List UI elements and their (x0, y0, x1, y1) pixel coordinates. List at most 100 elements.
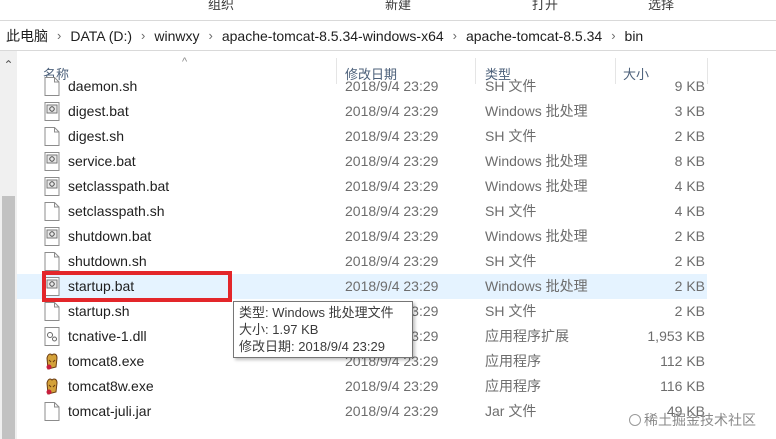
watermark: 稀土掘金技术社区 (629, 410, 756, 430)
tooltip-size: 大小: 1.97 KB (239, 322, 319, 337)
watermark-text: 稀土掘金技术社区 (644, 413, 756, 429)
file-name[interactable]: shutdown.bat (68, 224, 151, 249)
breadcrumb-tomcat[interactable]: apache-tomcat-8.5.34 (466, 28, 602, 44)
bat-file-icon (44, 227, 60, 246)
file-type: SH 文件 (485, 203, 537, 219)
file-type: Windows 批处理 (485, 103, 588, 119)
file-info-tooltip: 类型: Windows 批处理文件 大小: 1.97 KB 修改日期: 2018… (233, 301, 413, 358)
file-name[interactable]: setclasspath.sh (68, 199, 165, 224)
file-row[interactable]: shutdown.bat 2018/9/4 23:29 Windows 批处理 2 K… (17, 224, 707, 249)
file-size: 2 KB (674, 278, 705, 294)
sh-file-icon (44, 127, 60, 146)
file-row[interactable]: service.bat 2018/9/4 23:29 Windows 批处理 8 KB (17, 149, 707, 174)
file-modified-date: 2018/9/4 23:29 (345, 103, 439, 119)
ribbon-strip: 组织 新建 打开 选择 (0, 0, 776, 14)
file-row[interactable]: digest.sh 2018/9/4 23:29 SH 文件 2 KB (17, 124, 707, 149)
file-type: 应用程序 (485, 378, 541, 394)
file-type: SH 文件 (485, 303, 537, 319)
tooltip-modified: 修改日期: 2018/9/4 23:29 (239, 339, 385, 354)
file-type: Windows 批处理 (485, 278, 588, 294)
file-name[interactable]: tomcat8.exe (68, 349, 144, 374)
file-size: 3 KB (674, 103, 705, 119)
file-name[interactable]: digest.bat (68, 99, 129, 124)
chevron-right-icon[interactable]: › (141, 28, 145, 43)
file-modified-date: 2018/9/4 23:29 (345, 203, 439, 219)
file-name[interactable]: tcnative-1.dll (68, 324, 147, 349)
file-modified-date: 2018/9/4 23:29 (345, 378, 439, 394)
file-modified-date: 2018/9/4 23:29 (345, 278, 439, 294)
tomcat-exe-icon (44, 352, 60, 371)
sh-file-icon (44, 302, 60, 321)
file-type: Jar 文件 (485, 403, 537, 419)
breadcrumb-winwxy[interactable]: winwxy (154, 28, 199, 44)
file-row[interactable]: daemon.sh 2018/9/4 23:29 SH 文件 9 KB (17, 74, 707, 99)
file-name[interactable]: daemon.sh (68, 74, 137, 99)
partial-list-item (17, 433, 707, 439)
file-size: 2 KB (674, 228, 705, 244)
juejin-logo-icon (629, 414, 641, 426)
file-name[interactable]: service.bat (68, 149, 136, 174)
bat-file-icon (44, 102, 60, 121)
file-type: Windows 批处理 (485, 153, 588, 169)
file-modified-date: 2018/9/4 23:29 (345, 253, 439, 269)
vertical-scrollbar[interactable]: ⌃ (0, 51, 17, 439)
file-modified-date: 2018/9/4 23:29 (345, 128, 439, 144)
file-name[interactable]: tomcat-juli.jar (68, 399, 151, 424)
file-size: 2 KB (674, 128, 705, 144)
file-name[interactable]: digest.sh (68, 124, 124, 149)
file-type: SH 文件 (485, 253, 537, 269)
scroll-thumb[interactable] (2, 196, 15, 439)
scroll-up-arrow-icon[interactable]: ⌃ (0, 57, 17, 73)
file-row[interactable]: tomcat8w.exe 2018/9/4 23:29 应用程序 116 KB (17, 374, 707, 399)
breadcrumb-data-drive[interactable]: DATA (D:) (70, 28, 132, 44)
file-name[interactable]: setclasspath.bat (68, 174, 169, 199)
ribbon-group-new[interactable]: 新建 (385, 0, 411, 13)
file-size: 112 KB (660, 353, 705, 369)
bat-file-icon (44, 152, 60, 171)
file-size: 4 KB (674, 178, 705, 194)
file-modified-date: 2018/9/4 23:29 (345, 78, 439, 94)
tomcat-exe-icon (44, 377, 60, 396)
sh-file-icon (44, 77, 60, 96)
address-bar[interactable]: 此电脑 › DATA (D:) › winwxy › apache-tomcat… (0, 20, 776, 51)
ribbon-group-open[interactable]: 打开 (532, 0, 558, 13)
file-size: 4 KB (674, 203, 705, 219)
chevron-right-icon[interactable]: › (57, 28, 61, 43)
file-type: 应用程序 (485, 353, 541, 369)
chevron-right-icon[interactable]: › (453, 28, 457, 43)
sh-file-icon (44, 252, 60, 271)
file-name[interactable]: startup.sh (68, 299, 129, 324)
sh-file-icon (44, 202, 60, 221)
ribbon-group-organize[interactable]: 组织 (208, 0, 234, 13)
jar-file-icon (44, 402, 60, 421)
file-modified-date: 2018/9/4 23:29 (345, 228, 439, 244)
file-type: SH 文件 (485, 128, 537, 144)
sort-ascending-icon: ^ (182, 56, 188, 68)
tooltip-type: 类型: Windows 批处理文件 (239, 305, 394, 320)
file-row[interactable]: digest.bat 2018/9/4 23:29 Windows 批处理 3 KB (17, 99, 707, 124)
breadcrumb-this-pc[interactable]: 此电脑 (6, 26, 48, 46)
file-name[interactable]: tomcat8w.exe (68, 374, 154, 399)
file-modified-date: 2018/9/4 23:29 (345, 178, 439, 194)
chevron-right-icon[interactable]: › (209, 28, 213, 43)
file-row[interactable]: setclasspath.bat 2018/9/4 23:29 Windows 批处… (17, 174, 707, 199)
file-type: Windows 批处理 (485, 228, 588, 244)
file-type: SH 文件 (485, 78, 537, 94)
file-size: 8 KB (674, 153, 705, 169)
breadcrumb-bin[interactable]: bin (625, 28, 644, 44)
file-size: 1,953 KB (647, 328, 705, 344)
file-size: 2 KB (674, 253, 705, 269)
file-size: 116 KB (660, 378, 705, 394)
breadcrumb-tomcat-windows[interactable]: apache-tomcat-8.5.34-windows-x64 (222, 28, 444, 44)
ribbon-group-select[interactable]: 选择 (648, 0, 674, 13)
file-type: Windows 批处理 (485, 178, 588, 194)
file-row[interactable]: tomcat-juli.jar 2018/9/4 23:29 Jar 文件 49 KB (17, 399, 707, 424)
file-row[interactable]: setclasspath.sh 2018/9/4 23:29 SH 文件 4 KB (17, 199, 707, 224)
column-divider[interactable] (707, 58, 708, 84)
annotation-highlight-box (42, 271, 232, 302)
chevron-right-icon[interactable]: › (611, 28, 615, 43)
bat-file-icon (44, 177, 60, 196)
file-size: 9 KB (674, 78, 705, 94)
file-size: 2 KB (674, 303, 705, 319)
file-type: 应用程序扩展 (485, 328, 569, 344)
